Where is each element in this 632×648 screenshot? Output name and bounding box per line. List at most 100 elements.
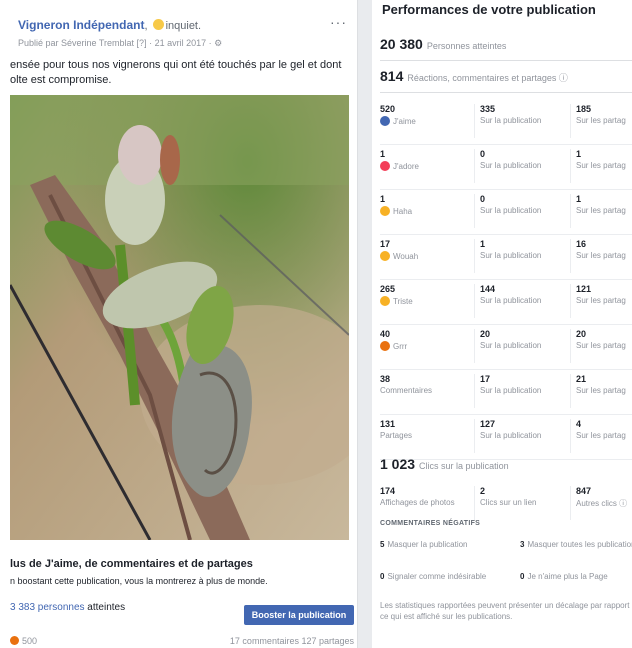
reaction-stats-table: 520 J'aime 335 Sur la publication 185 Sur les… bbox=[380, 100, 632, 460]
stats-disclaimer: Les statistiques rapportées peuvent prés… bbox=[380, 601, 632, 621]
stat-row: 1 J'adore 0 Sur la publication 1 Sur les part… bbox=[380, 145, 632, 190]
stat-value: 335 bbox=[480, 104, 496, 114]
stat-value: 131 bbox=[380, 419, 396, 429]
stat-row: 265 Triste 144 Sur la publication 121 Sur les… bbox=[380, 280, 632, 325]
wow-icon bbox=[380, 251, 390, 261]
stat-value: 4 bbox=[576, 419, 582, 429]
reactions-count[interactable]: 500 bbox=[22, 636, 37, 646]
page-name-link[interactable]: Vigneron Indépendant bbox=[18, 18, 144, 32]
stat-value: 185 bbox=[576, 104, 592, 114]
hide-all-value: 3 bbox=[520, 540, 525, 549]
stat-label: Grrr bbox=[393, 342, 408, 351]
stat-label: Sur les partag bbox=[576, 161, 626, 170]
boost-subtitle: n boostant cette publication, vous la mo… bbox=[10, 576, 268, 586]
stat-label: Sur les partag bbox=[576, 116, 626, 125]
photo-views-value: 174 bbox=[380, 486, 396, 496]
stat-label: Sur la publication bbox=[480, 206, 542, 215]
link-clicks-label: Clics sur un lien bbox=[480, 498, 537, 507]
unlike-page-label: Je n'aime plus la Page bbox=[527, 572, 608, 581]
post-text: ensée pour tous nos vignerons qui ont ét… bbox=[10, 59, 342, 86]
stat-row: 17 Wouah 1 Sur la publication 16 Sur les part… bbox=[380, 235, 632, 280]
stat-value: 38 bbox=[380, 374, 391, 384]
divider bbox=[380, 60, 632, 61]
stat-value: 127 bbox=[480, 419, 496, 429]
engagement-label: Réactions, commentaires et partages ⓘ bbox=[407, 73, 568, 83]
stat-label: Sur les partag bbox=[576, 386, 626, 395]
performance-panel: Performances de votre publication 20 380… bbox=[372, 0, 632, 648]
stat-label: Sur les partag bbox=[576, 206, 626, 215]
divider bbox=[380, 92, 632, 93]
stat-label: Haha bbox=[393, 207, 413, 216]
stat-label: Sur la publication bbox=[480, 386, 542, 395]
stat-row: 40 Grrr 20 Sur la publication 20 Sur les part… bbox=[380, 325, 632, 370]
stat-label: Sur la publication bbox=[480, 161, 542, 170]
people-reached-value: 20 380 bbox=[380, 36, 423, 52]
sad-icon bbox=[380, 296, 390, 306]
stat-value: 17 bbox=[380, 239, 391, 249]
stat-value: 1 bbox=[576, 149, 582, 159]
haha-icon bbox=[380, 206, 390, 216]
unlike-page-value: 0 bbox=[520, 572, 525, 581]
reach-label: atteintes bbox=[87, 602, 126, 613]
boost-title: lus de J'aime, de commentaires et de par… bbox=[10, 558, 253, 570]
stat-label: Sur les partag bbox=[576, 296, 626, 305]
stat-value: 1 bbox=[480, 239, 486, 249]
stat-label: Sur la publication bbox=[480, 251, 542, 260]
more-options-icon[interactable]: ··· bbox=[330, 14, 347, 30]
boost-post-button[interactable]: Booster la publication bbox=[244, 605, 354, 625]
engagement-total: 814 Réactions, commentaires et partages ⓘ bbox=[380, 68, 568, 84]
panel-title: Performances de votre publication bbox=[382, 2, 596, 17]
link-clicks-value: 2 bbox=[480, 486, 486, 496]
stat-value: 1 bbox=[380, 149, 386, 159]
stat-value: 1 bbox=[576, 194, 582, 204]
stat-label: J'aime bbox=[393, 117, 416, 126]
clicks-value: 1 023 bbox=[380, 456, 416, 472]
negative-feedback-row: 5 Masquer la publication 3 Masquer toutes … bbox=[380, 540, 632, 549]
stat-label: Sur la publication bbox=[480, 296, 542, 305]
other-clicks-label: Autres clics ⓘ bbox=[576, 499, 628, 508]
post-photo[interactable] bbox=[10, 95, 349, 540]
hide-all-label: Masquer toutes les publications bbox=[527, 540, 632, 549]
stat-value: 20 bbox=[576, 329, 587, 339]
report-spam-value: 0 bbox=[380, 572, 385, 581]
people-reached: 20 380 Personnes atteintes bbox=[380, 36, 506, 52]
stat-value: 17 bbox=[480, 374, 491, 384]
stat-label: Partages bbox=[380, 431, 413, 440]
stat-label: J'adore bbox=[393, 162, 419, 171]
stat-row: 520 J'aime 335 Sur la publication 185 Sur les… bbox=[380, 100, 632, 145]
hide-post-label: Masquer la publication bbox=[387, 540, 468, 549]
hide-post-value: 5 bbox=[380, 540, 385, 549]
stat-label: Sur les partag bbox=[576, 341, 626, 350]
comments-shares-count[interactable]: 17 commentaires 127 partages bbox=[230, 636, 354, 646]
negative-feedback-title: COMMENTAIRES NÉGATIFS bbox=[380, 520, 481, 527]
stat-label: Sur les partag bbox=[576, 251, 626, 260]
reach-summary: 3 383 personnes atteintes bbox=[10, 602, 125, 613]
angry-icon bbox=[380, 341, 390, 351]
reaction-icon bbox=[10, 636, 19, 645]
stat-row: 1 Haha 0 Sur la publication 1 Sur les partag bbox=[380, 190, 632, 235]
photo-views-label: Affichages de photos bbox=[380, 498, 455, 507]
clicks-breakdown: 174 Affichages de photos 2 Clics sur un … bbox=[380, 482, 632, 520]
stat-row: 38 Commentaires 17 Sur la publication 21 Sur … bbox=[380, 370, 632, 415]
stat-value: 16 bbox=[576, 239, 587, 249]
report-spam-label: Signaler comme indésirable bbox=[387, 572, 487, 581]
other-clicks-value: 847 bbox=[576, 486, 592, 496]
stat-value: 144 bbox=[480, 284, 496, 294]
reach-count[interactable]: 3 383 personnes bbox=[10, 602, 85, 613]
stat-value: 265 bbox=[380, 284, 396, 294]
love-icon bbox=[380, 161, 390, 171]
post-header: Vigneron Indépendant, inquiet. Publié pa… bbox=[18, 16, 349, 49]
worried-emoji-icon bbox=[152, 19, 164, 30]
stat-label: Commentaires bbox=[380, 386, 433, 395]
boost-promo: lus de J'aime, de commentaires et de par… bbox=[10, 548, 354, 630]
clicks-label: Clics sur la publication bbox=[419, 461, 509, 471]
post-meta: Publié par Séverine Tremblat [?] · 21 av… bbox=[18, 38, 223, 48]
negative-feedback-row: 0 Signaler comme indésirable 0 Je n'aime p… bbox=[380, 572, 632, 581]
post-footer: 500 17 commentaires 127 partages bbox=[10, 636, 354, 646]
engagement-value: 814 bbox=[380, 68, 404, 84]
stat-value: 1 bbox=[380, 194, 386, 204]
stat-label: Sur les partag bbox=[576, 431, 626, 440]
stat-value: 121 bbox=[576, 284, 592, 294]
stat-value: 520 bbox=[380, 104, 396, 114]
stat-label: Sur la publication bbox=[480, 431, 542, 440]
